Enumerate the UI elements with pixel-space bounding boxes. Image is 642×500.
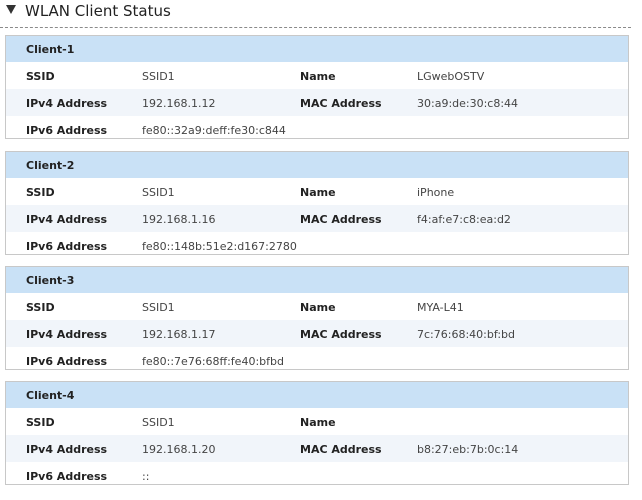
ipv4-label: IPv4 Address xyxy=(26,97,108,110)
ssid-label: SSID xyxy=(26,301,55,314)
ssid-value: SSID1 xyxy=(142,70,175,83)
mac-label: MAC Address xyxy=(300,213,382,226)
collapse-triangle-icon[interactable] xyxy=(6,5,16,14)
mac-label: MAC Address xyxy=(300,97,382,110)
ipv6-label: IPv6 Address xyxy=(26,470,108,483)
client-title: Client-3 xyxy=(26,274,75,287)
ssid-value: SSID1 xyxy=(142,416,175,429)
mac-label: MAC Address xyxy=(300,328,382,341)
client-header: Client-4 xyxy=(6,382,628,408)
ipv4-value: 192.168.1.16 xyxy=(142,213,216,226)
mac-value: b8:27:eb:7b:0c:14 xyxy=(417,443,519,456)
client-row-ipv6: IPv6 Address fe80::148b:51e2:d167:2780 xyxy=(6,232,628,259)
client-row-ssid-name: SSID SSID1 Name MYA-L41 xyxy=(6,293,628,320)
ipv4-value: 192.168.1.20 xyxy=(142,443,216,456)
mac-value: f4:af:e7:c8:ea:d2 xyxy=(417,213,511,226)
ssid-label: SSID xyxy=(26,416,55,429)
ipv6-label: IPv6 Address xyxy=(26,240,108,253)
client-row-ipv6: IPv6 Address fe80::32a9:deff:fe30:c844 xyxy=(6,116,628,143)
client-panel-4: Client-4 SSID SSID1 Name IPv4 Address 19… xyxy=(5,381,629,485)
name-label: Name xyxy=(300,301,336,314)
ipv6-label: IPv6 Address xyxy=(26,124,108,137)
client-title: Client-2 xyxy=(26,159,75,172)
ipv4-value: 192.168.1.12 xyxy=(142,97,216,110)
name-value: LGwebOSTV xyxy=(417,70,485,83)
ssid-value: SSID1 xyxy=(142,186,175,199)
client-title: Client-4 xyxy=(26,389,75,402)
wlan-client-status-header[interactable]: WLAN Client Status xyxy=(0,0,631,28)
client-row-ipv6: IPv6 Address fe80::7e76:68ff:fe40:bfbd xyxy=(6,347,628,374)
ipv4-label: IPv4 Address xyxy=(26,328,108,341)
mac-value: 30:a9:de:30:c8:44 xyxy=(417,97,519,110)
name-value: MYA-L41 xyxy=(417,301,464,314)
ipv6-value: fe80::32a9:deff:fe30:c844 xyxy=(142,124,286,137)
client-row-ssid-name: SSID SSID1 Name iPhone xyxy=(6,178,628,205)
client-row-ipv6: IPv6 Address :: xyxy=(6,462,628,489)
section-title: WLAN Client Status xyxy=(25,2,171,20)
mac-value: 7c:76:68:40:bf:bd xyxy=(417,328,515,341)
ipv6-value: fe80::148b:51e2:d167:2780 xyxy=(142,240,297,253)
name-label: Name xyxy=(300,186,336,199)
ipv4-value: 192.168.1.17 xyxy=(142,328,216,341)
name-label: Name xyxy=(300,70,336,83)
client-panel-3: Client-3 SSID SSID1 Name MYA-L41 IPv4 Ad… xyxy=(5,266,629,370)
client-row-ipv4-mac: IPv4 Address 192.168.1.17 MAC Address 7c… xyxy=(6,320,628,347)
ipv6-label: IPv6 Address xyxy=(26,355,108,368)
client-row-ssid-name: SSID SSID1 Name LGwebOSTV xyxy=(6,62,628,89)
client-row-ssid-name: SSID SSID1 Name xyxy=(6,408,628,435)
client-panel-1: Client-1 SSID SSID1 Name LGwebOSTV IPv4 … xyxy=(5,35,629,139)
name-value: iPhone xyxy=(417,186,455,199)
ipv6-value: :: xyxy=(142,470,150,483)
client-header: Client-1 xyxy=(6,36,628,62)
client-title: Client-1 xyxy=(26,43,75,56)
ipv6-value: fe80::7e76:68ff:fe40:bfbd xyxy=(142,355,284,368)
client-row-ipv4-mac: IPv4 Address 192.168.1.20 MAC Address b8… xyxy=(6,435,628,462)
ssid-value: SSID1 xyxy=(142,301,175,314)
client-row-ipv4-mac: IPv4 Address 192.168.1.12 MAC Address 30… xyxy=(6,89,628,116)
ssid-label: SSID xyxy=(26,186,55,199)
client-header: Client-2 xyxy=(6,152,628,178)
ipv4-label: IPv4 Address xyxy=(26,213,108,226)
client-header: Client-3 xyxy=(6,267,628,293)
ipv4-label: IPv4 Address xyxy=(26,443,108,456)
mac-label: MAC Address xyxy=(300,443,382,456)
ssid-label: SSID xyxy=(26,70,55,83)
name-label: Name xyxy=(300,416,336,429)
client-row-ipv4-mac: IPv4 Address 192.168.1.16 MAC Address f4… xyxy=(6,205,628,232)
client-panel-2: Client-2 SSID SSID1 Name iPhone IPv4 Add… xyxy=(5,151,629,255)
